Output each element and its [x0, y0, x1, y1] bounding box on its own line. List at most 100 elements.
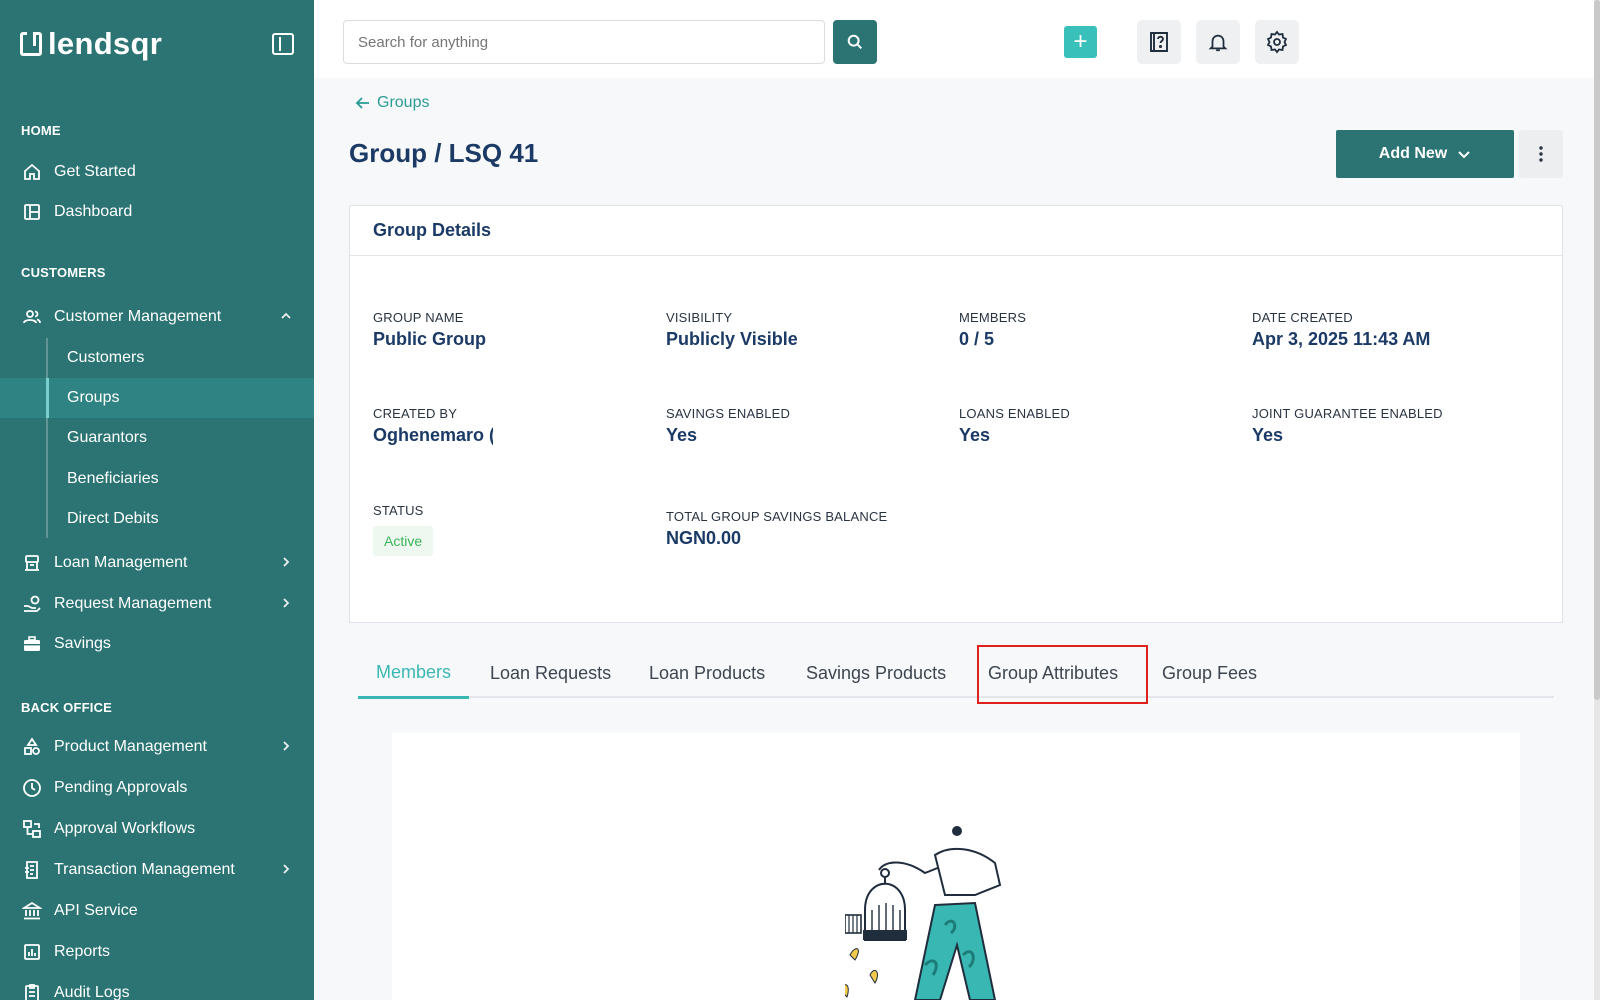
page-title: Group / LSQ 41 — [349, 138, 539, 168]
field-status: STATUS Active — [373, 503, 434, 556]
sidebar-item-product-management[interactable]: Product Management — [0, 727, 314, 767]
quick-add-button[interactable]: + — [1064, 26, 1097, 58]
sidebar-item-reports[interactable]: Reports — [0, 932, 314, 972]
sidebar-item-label: Loan Management — [54, 554, 188, 571]
field-value: Yes — [666, 425, 698, 445]
sidebar-item-direct-debits[interactable]: Direct Debits — [0, 499, 314, 539]
settings-button[interactable] — [1255, 20, 1299, 64]
field-value: Publicly Visible — [666, 329, 798, 349]
field-label: JOINT GUARANTEE ENABLED — [1252, 406, 1443, 421]
field-savings-enabled: SAVINGS ENABLED Yes — [666, 406, 790, 446]
sidebar-item-label: Request Management — [54, 595, 212, 612]
sidebar-item-loan-management[interactable]: Loan Management — [0, 543, 314, 583]
chevron-right-icon — [280, 862, 292, 878]
sidebar-item-label: Transaction Management — [54, 861, 235, 878]
sidebar-item-label: Product Management — [54, 738, 207, 755]
sidebar-item-label: Reports — [54, 943, 111, 960]
sidebar-item-approval-workflows[interactable]: Approval Workflows — [0, 809, 314, 849]
sidebar-item-groups[interactable]: Groups — [0, 378, 314, 418]
collapse-sidebar-icon[interactable] — [272, 33, 294, 55]
sidebar-item-request-management[interactable]: Request Management — [0, 584, 314, 624]
sidebar-item-savings[interactable]: Savings — [0, 624, 314, 664]
request-icon — [22, 594, 42, 614]
clock-icon — [22, 778, 42, 798]
sidebar-item-label: Customer Management — [54, 308, 222, 325]
sidebar-item-guarantors[interactable]: Guarantors — [0, 418, 314, 458]
sidebar-item-label: Savings — [54, 635, 111, 652]
sidebar-item-dashboard[interactable]: Dashboard — [0, 192, 314, 232]
bank-icon — [22, 901, 42, 921]
field-value: Public Group — [373, 329, 487, 349]
add-new-label: Add New — [1378, 145, 1448, 162]
kebab-menu-icon — [1539, 146, 1543, 162]
chevron-up-icon — [280, 309, 292, 325]
sidebar-item-customers[interactable]: Customers — [0, 338, 314, 378]
section-home: HOME — [21, 123, 61, 138]
sidebar-item-label: Dashboard — [54, 203, 133, 220]
sidebar-item-audit-logs[interactable]: Audit Logs — [0, 973, 314, 1000]
chevron-right-icon — [280, 739, 292, 755]
tab-loan-products[interactable]: Loan Products — [649, 648, 765, 698]
sidebar-item-api-service[interactable]: API Service — [0, 891, 314, 931]
workflow-icon — [22, 819, 42, 839]
search-button[interactable] — [833, 20, 877, 64]
notifications-button[interactable] — [1196, 20, 1240, 64]
sidebar-item-label: Customers — [67, 349, 145, 366]
field-label: DATE CREATED — [1252, 310, 1353, 325]
shapes-icon — [22, 737, 42, 757]
field-label: CREATED BY — [373, 406, 458, 421]
field-loans-enabled: LOANS ENABLED Yes — [959, 406, 1070, 446]
section-back-office: BACK OFFICE — [21, 700, 113, 715]
report-icon — [22, 942, 42, 962]
briefcase-icon — [22, 634, 42, 654]
empty-state-illustration — [845, 826, 1002, 1000]
field-members: MEMBERS 0 / 5 — [959, 310, 1026, 350]
more-options-button[interactable] — [1519, 130, 1563, 178]
field-value: Oghenemaro ( — [373, 425, 493, 445]
back-to-groups-link[interactable]: Groups — [355, 94, 429, 112]
highlight-box — [977, 645, 1148, 704]
sidebar-item-label: API Service — [54, 902, 138, 919]
search-icon — [847, 34, 863, 50]
page-scrollbar[interactable] — [1594, 0, 1600, 1000]
users-icon — [22, 307, 42, 327]
field-value: Yes — [1252, 425, 1284, 445]
sidebar-item-label: Direct Debits — [67, 510, 159, 527]
arrow-left-icon — [355, 97, 369, 109]
sidebar-item-customer-management[interactable]: Customer Management — [0, 297, 314, 337]
field-value: Apr 3, 2025 11:43 AM — [1252, 329, 1431, 349]
add-new-button[interactable]: Add New — [1336, 130, 1514, 178]
field-value: NGN0.00 — [666, 528, 742, 548]
field-joint-guarantee: JOINT GUARANTEE ENABLED Yes — [1252, 406, 1443, 446]
sidebar-item-beneficiaries[interactable]: Beneficiaries — [0, 459, 314, 499]
back-link-label: Groups — [377, 94, 430, 111]
field-date-created: DATE CREATED Apr 3, 2025 11:43 AM — [1252, 310, 1430, 350]
sidebar-item-label: Beneficiaries — [67, 470, 159, 487]
field-total-savings: TOTAL GROUP SAVINGS BALANCE NGN0.00 — [666, 509, 887, 549]
field-label: TOTAL GROUP SAVINGS BALANCE — [666, 509, 888, 524]
field-label: LOANS ENABLED — [959, 406, 1070, 421]
group-tabs: Members Loan Requests Loan Products Savi… — [358, 648, 1554, 699]
sidebar-item-transaction-management[interactable]: Transaction Management — [0, 850, 314, 890]
sidebar-item-get-started[interactable]: Get Started — [0, 152, 314, 192]
status-badge: Active — [373, 526, 434, 556]
sidebar-item-pending-approvals[interactable]: Pending Approvals — [0, 768, 314, 808]
field-value: Yes — [959, 425, 991, 445]
sidebar-item-label: Pending Approvals — [54, 779, 188, 796]
gear-icon — [1266, 30, 1288, 54]
brand-logo[interactable]: lendsqr — [20, 26, 162, 62]
help-button[interactable] — [1137, 20, 1181, 64]
tab-members[interactable]: Members — [358, 648, 470, 699]
audit-icon — [22, 983, 42, 1000]
tab-savings-products[interactable]: Savings Products — [806, 648, 946, 698]
group-details-heading: Group Details — [350, 206, 1562, 256]
loan-icon — [22, 553, 42, 573]
search-input[interactable] — [343, 20, 825, 64]
transaction-icon — [22, 860, 42, 880]
brand-name: lendsqr — [48, 26, 163, 61]
bell-icon — [1208, 34, 1228, 52]
field-label: VISIBILITY — [666, 310, 733, 325]
field-label: MEMBERS — [959, 310, 1027, 325]
tab-loan-requests[interactable]: Loan Requests — [490, 648, 611, 698]
tab-group-fees[interactable]: Group Fees — [1162, 648, 1257, 698]
